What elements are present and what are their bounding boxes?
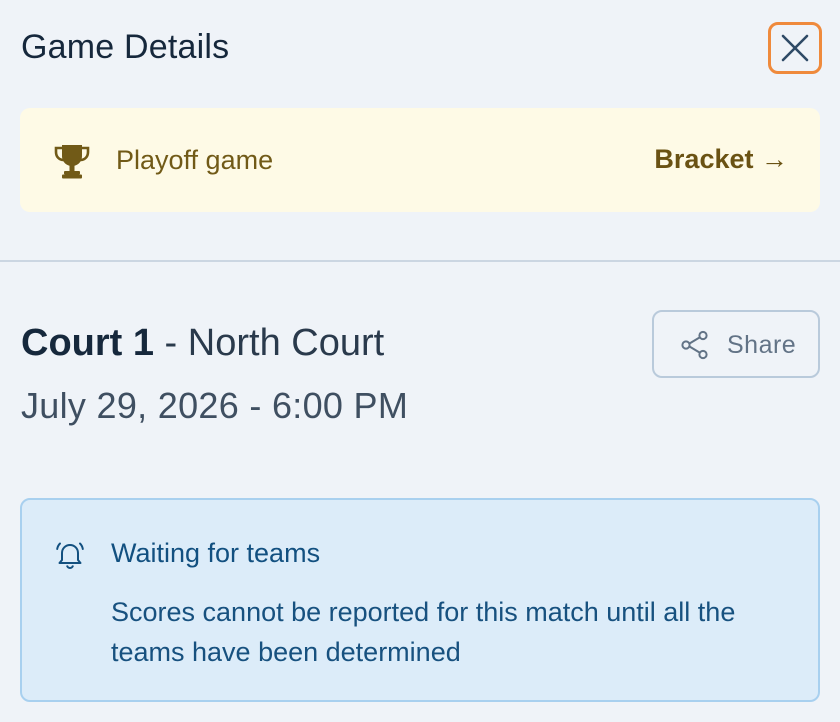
playoff-banner: Playoff game Bracket → (20, 108, 820, 212)
page-title: Game Details (21, 28, 230, 66)
game-details-panel: Game Details Playoff game Bracket → Cour… (0, 0, 840, 722)
alert-title: Waiting for teams (111, 538, 321, 568)
trophy-icon (54, 145, 90, 179)
share-icon (681, 330, 708, 360)
game-datetime: July 29, 2026 - 6:00 PM (21, 385, 409, 426)
close-button[interactable] (768, 22, 822, 74)
bell-icon (56, 542, 84, 570)
court-name: Court 1 (21, 322, 154, 364)
waiting-alert: Waiting for teams Scores cannot be repor… (20, 498, 820, 702)
court-heading: Court 1 - North Court (21, 322, 384, 365)
court-location: North Court (187, 322, 385, 364)
section-divider (0, 260, 840, 262)
alert-message: Scores cannot be reported for this match… (111, 597, 736, 667)
bracket-link[interactable]: Bracket → (654, 144, 788, 175)
share-label: Share (727, 331, 797, 359)
playoff-label: Playoff game (116, 145, 274, 175)
panel-header: Game Details (0, 0, 840, 96)
share-button[interactable]: Share (652, 310, 820, 378)
close-icon (781, 34, 809, 62)
court-separator: - (154, 322, 188, 364)
